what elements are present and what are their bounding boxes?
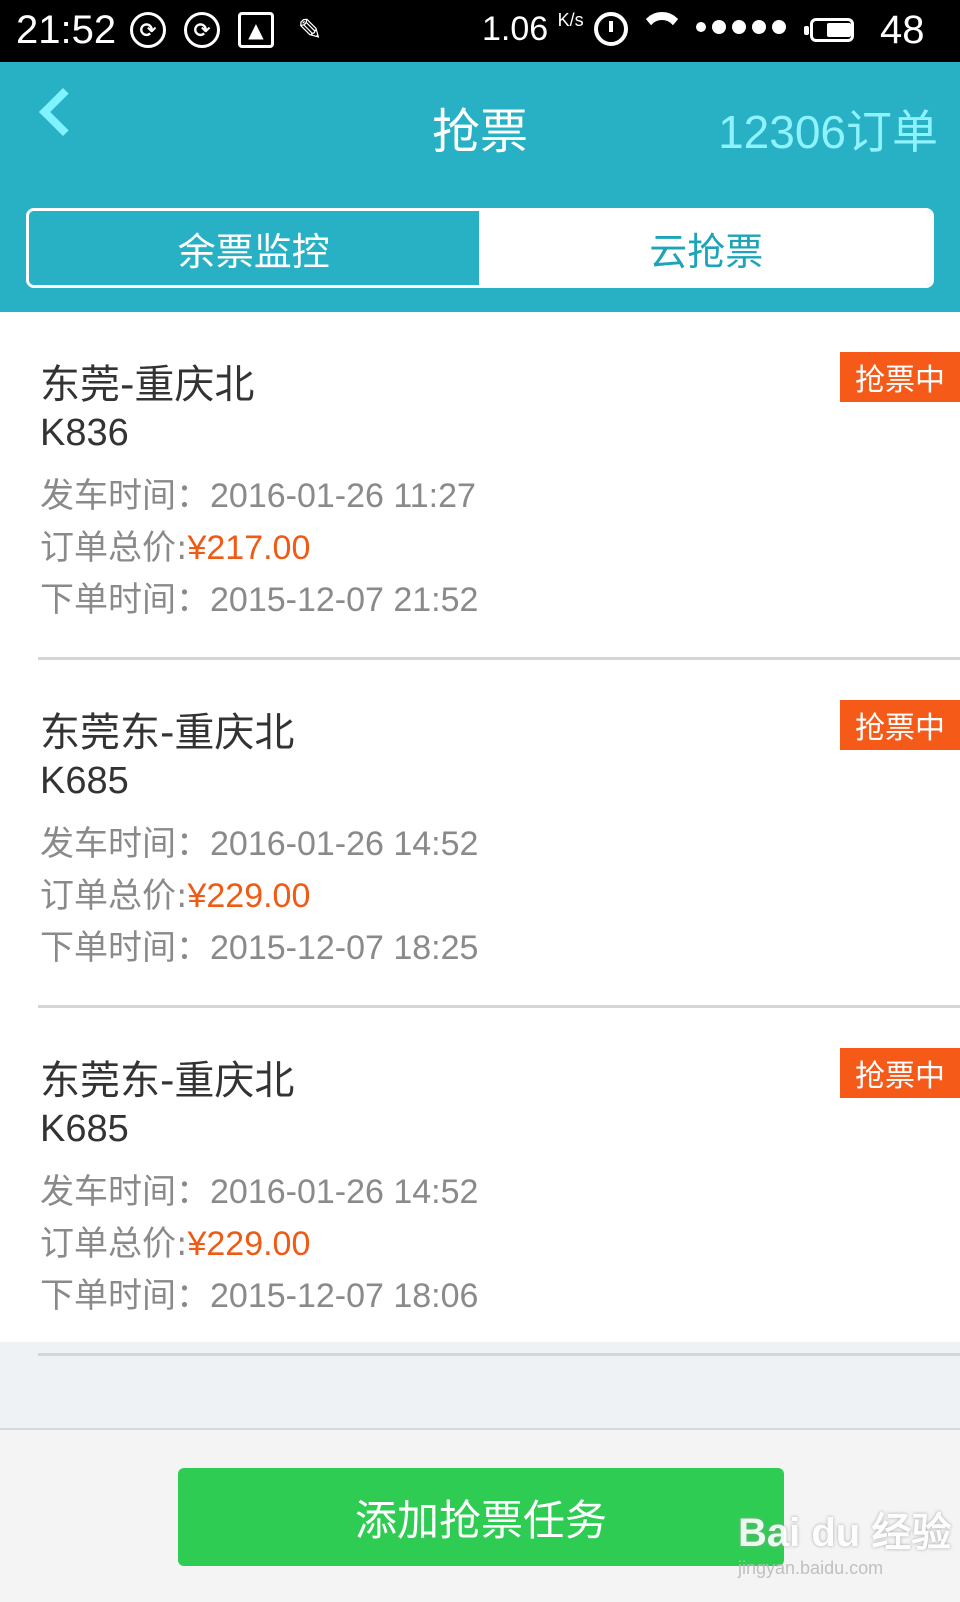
notification-icons: ⟳ ⟳ ▲ ✎ [130,12,328,48]
image-icon: ▲ [238,12,274,48]
status-bar: 21:52 ⟳ ⟳ ▲ ✎ 1.06 K/s 48 [0,0,960,62]
order-train-number: K685 [40,760,129,802]
price-value: ¥217.00 [187,529,311,567]
order-card[interactable]: 东莞-重庆北 K836 发车时间：2016-01-26 11:27 订单总价:¥… [0,312,960,660]
status-time: 21:52 [16,8,117,52]
tab-remaining-ticket-monitor[interactable]: 余票监控 [29,211,482,285]
price-value: ¥229.00 [187,877,311,915]
order-train-number: K836 [40,412,129,454]
12306-orders-link[interactable]: 12306订单 [718,96,938,162]
wifi-icon [640,8,684,52]
header: 抢票 12306订单 余票监控 云抢票 [0,62,960,312]
watermark-main-text: Bai du 经验 [738,1511,952,1555]
order-time-value: 2015-12-07 18:06 [210,1277,479,1315]
order-total-price: 订单总价:¥229.00 [40,868,310,917]
order-placed-time: 下单时间：2015-12-07 18:25 [40,920,478,969]
network-speed-value: 1.06 [482,10,549,48]
order-card[interactable]: 东莞东-重庆北 K685 发车时间：2016-01-26 14:52 订单总价:… [0,660,960,1008]
order-placed-time: 下单时间：2015-12-07 18:06 [40,1268,478,1317]
alarm-icon [594,12,628,46]
battery-icon [804,18,854,42]
order-total-price: 订单总价:¥229.00 [40,1216,310,1265]
depart-label: 发车时间： [40,824,210,864]
sync-icon: ⟳ [184,12,220,48]
order-depart-time: 发车时间：2016-01-26 11:27 [40,468,476,517]
add-grab-task-button[interactable]: 添加抢票任务 [178,1468,784,1566]
order-card[interactable]: 东莞东-重庆北 K685 发车时间：2016-01-26 14:52 订单总价:… [0,1008,960,1356]
price-label: 订单总价: [40,876,188,916]
broom-icon: ✎ [297,12,323,48]
depart-value: 2016-01-26 14:52 [210,1173,479,1211]
order-placed-time: 下单时间：2015-12-07 21:52 [40,572,478,621]
status-badge: 抢票中 [840,1048,960,1098]
order-route: 东莞-重庆北 [40,362,255,408]
price-value: ¥229.00 [187,1225,311,1263]
depart-label: 发车时间： [40,1172,210,1212]
network-speed-unit: K/s [557,10,584,30]
order-depart-time: 发车时间：2016-01-26 14:52 [40,816,478,865]
depart-value: 2016-01-26 14:52 [210,825,479,863]
tab-cloud-grab[interactable]: 云抢票 [481,211,931,285]
depart-value: 2016-01-26 11:27 [210,477,476,515]
price-label: 订单总价: [40,1224,188,1264]
order-time-label: 下单时间： [40,1276,210,1316]
watermark-logo: Bai du 经验 jingyan.baidu.com [738,1500,951,1579]
order-depart-time: 发车时间：2016-01-26 14:52 [40,1164,478,1213]
signal-icon [696,20,786,34]
watermark-sub-text: jingyan.baidu.com [738,1558,884,1578]
order-list: 东莞-重庆北 K836 发车时间：2016-01-26 11:27 订单总价:¥… [0,312,960,1356]
order-train-number: K685 [40,1108,129,1150]
order-time-value: 2015-12-07 18:25 [210,929,479,967]
price-label: 订单总价: [40,528,188,568]
battery-level: 48 [880,8,925,52]
order-time-value: 2015-12-07 21:52 [210,581,479,619]
order-time-label: 下单时间： [40,580,210,620]
order-total-price: 订单总价:¥217.00 [40,520,310,569]
status-badge: 抢票中 [840,700,960,750]
status-badge: 抢票中 [840,352,960,402]
network-speed: 1.06 K/s [482,10,584,49]
order-route: 东莞东-重庆北 [40,1058,295,1104]
divider [38,1353,960,1356]
order-route: 东莞东-重庆北 [40,710,295,756]
depart-label: 发车时间： [40,476,210,516]
order-time-label: 下单时间： [40,928,210,968]
tab-bar: 余票监控 云抢票 [26,208,934,288]
sync-icon: ⟳ [130,12,166,48]
